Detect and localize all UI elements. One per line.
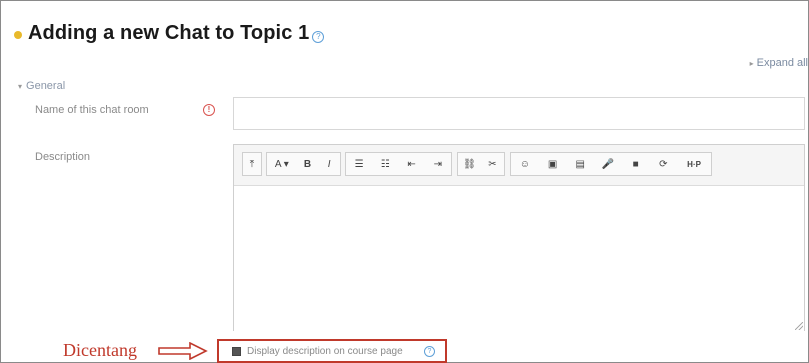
help-icon[interactable]: ? — [312, 30, 325, 43]
display-description-label: Display description on course page — [247, 346, 403, 357]
section-general-label: General — [26, 80, 66, 92]
indent-icon[interactable]: ⇥ — [430, 153, 446, 175]
font-color-icon[interactable]: A ▾ — [270, 153, 294, 175]
record-audio-icon[interactable]: 🎤 — [600, 153, 616, 175]
unordered-list-icon[interactable]: ☰ — [351, 153, 367, 175]
caret-right-icon: ▸ — [749, 59, 754, 68]
page-title-text: Adding a new Chat to Topic 1 — [28, 22, 310, 44]
chat-name-label: Name of this chat room — [35, 104, 149, 116]
italic-icon[interactable]: I — [321, 153, 337, 175]
h5p-icon[interactable]: H·P — [683, 153, 705, 175]
link-icon[interactable]: ⛓ — [462, 153, 478, 175]
record-video-icon[interactable]: ■ — [628, 153, 644, 175]
annotation-arrow-icon — [158, 342, 208, 360]
ordered-list-icon[interactable]: ☷ — [377, 153, 393, 175]
toolbar-group: ⛓ ✂ — [457, 152, 505, 176]
toolbar-group: A ▾ B I — [266, 152, 341, 176]
description-editor: ⤒ A ▾ B I ☰ ☷ ⇤ ⇥ ⛓ ✂ ☺ ▣ ▤ 🎤 ■ ⟳ H·P — [233, 144, 805, 331]
toolbar-group: ⤒ — [242, 152, 262, 176]
expand-icon[interactable]: ⤒ — [244, 153, 260, 175]
page-title: Adding a new Chat to Topic 1 ? — [14, 22, 325, 45]
display-description-checkbox[interactable] — [232, 347, 241, 356]
toolbar-group: ☺ ▣ ▤ 🎤 ■ ⟳ H·P — [510, 152, 712, 176]
chat-name-input[interactable] — [233, 97, 805, 130]
media-icon[interactable]: ▤ — [572, 153, 588, 175]
image-icon[interactable]: ▣ — [545, 153, 561, 175]
expand-all-label: Expand all — [756, 57, 808, 69]
section-general-header[interactable]: ▾ General — [18, 80, 65, 92]
unlink-icon[interactable]: ✂ — [485, 153, 501, 175]
toolbar-group: ☰ ☷ ⇤ ⇥ — [345, 152, 452, 176]
activity-dot-icon — [14, 30, 22, 39]
expand-all-link[interactable]: ▸ Expand all — [750, 57, 808, 69]
required-icon: ! — [203, 104, 215, 116]
resize-handle-icon[interactable] — [795, 322, 803, 330]
outdent-icon[interactable]: ⇤ — [404, 153, 420, 175]
description-textarea[interactable] — [234, 186, 804, 331]
emoji-icon[interactable]: ☺ — [517, 153, 533, 175]
caret-down-icon: ▾ — [18, 82, 23, 91]
bold-icon[interactable]: B — [299, 153, 315, 175]
manage-files-icon[interactable]: ⟳ — [655, 153, 671, 175]
help-icon[interactable]: ? — [424, 346, 435, 357]
description-label: Description — [35, 151, 91, 163]
annotation-label: Dicentang — [63, 340, 137, 360]
editor-toolbar: ⤒ A ▾ B I ☰ ☷ ⇤ ⇥ ⛓ ✂ ☺ ▣ ▤ 🎤 ■ ⟳ H·P — [234, 145, 804, 186]
